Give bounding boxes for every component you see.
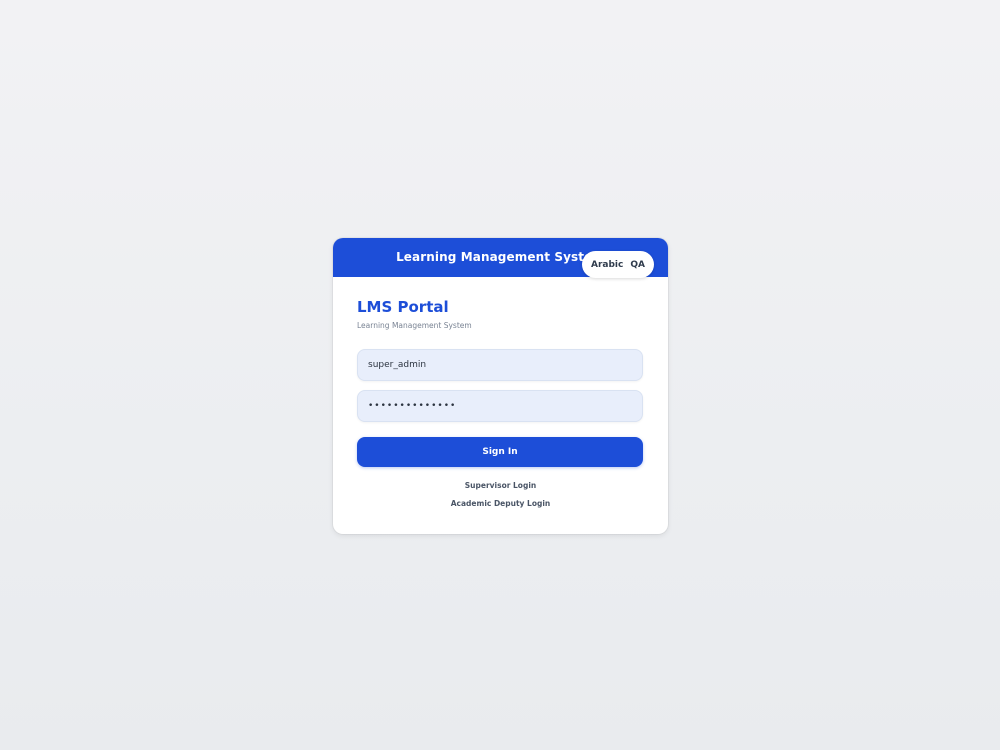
username-field[interactable] bbox=[357, 349, 643, 381]
page-title: LMS Portal bbox=[357, 298, 449, 316]
sign-in-button[interactable]: Sign In bbox=[357, 437, 643, 467]
language-option-arabic[interactable]: Arabic bbox=[591, 260, 623, 270]
password-field[interactable] bbox=[357, 390, 643, 422]
page-subtitle: Learning Management System bbox=[357, 321, 472, 330]
language-switcher: Arabic QA bbox=[582, 251, 654, 278]
supervisor-login-link[interactable]: Supervisor Login bbox=[333, 481, 668, 490]
language-option-qa[interactable]: QA bbox=[630, 260, 645, 270]
login-card: Learning Management System Arabic QA LMS… bbox=[333, 238, 668, 534]
academic-deputy-login-link[interactable]: Academic Deputy Login bbox=[333, 499, 668, 508]
